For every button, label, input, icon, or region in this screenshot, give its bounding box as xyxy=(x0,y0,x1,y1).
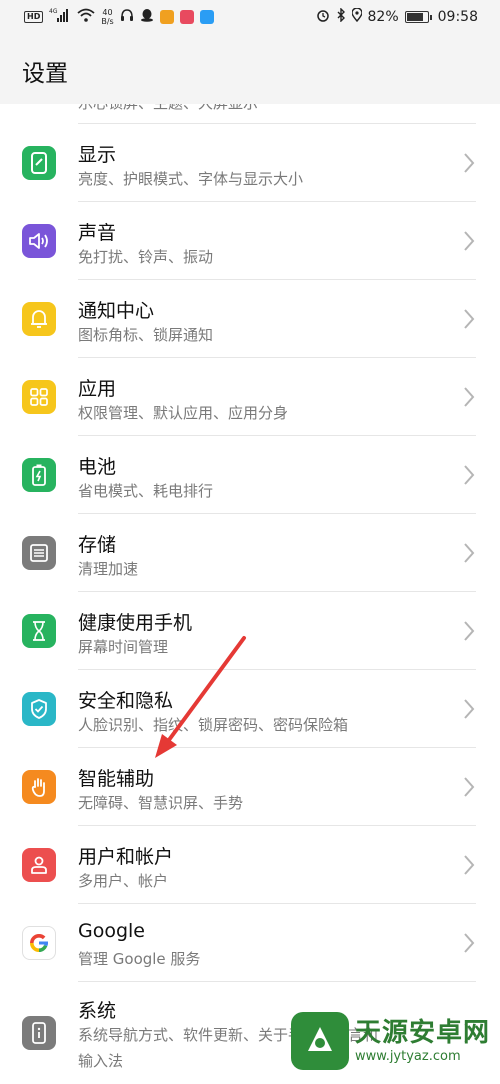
display-icon xyxy=(22,146,56,180)
page-title: 设置 xyxy=(22,61,68,87)
hourglass-icon xyxy=(22,614,56,648)
settings-item-title: 用户和帐户 xyxy=(78,846,174,868)
settings-item-title: 安全和隐私 xyxy=(78,690,174,712)
hand-icon xyxy=(22,770,56,804)
settings-item-title: 声音 xyxy=(78,222,117,244)
watermark-logo-icon xyxy=(290,1012,349,1070)
settings-item-smart-assistance[interactable]: 智能辅助 无障碍、智慧识屏、手势 xyxy=(0,748,500,826)
watermark: 天源安卓网 www.jytyaz.com xyxy=(290,1002,490,1080)
battery-icon xyxy=(22,458,56,492)
settings-item-subtitle: 人脸识别、指纹、锁屏密码、密码保险箱 xyxy=(78,716,349,734)
chevron-right-icon xyxy=(464,543,475,563)
settings-item-subtitle: 无障碍、智慧识屏、手势 xyxy=(78,794,244,812)
settings-item-sound[interactable]: 声音 免打扰、铃声、振动 xyxy=(0,202,500,280)
system-icon xyxy=(22,1016,56,1050)
bell-icon xyxy=(22,302,56,336)
settings-item-apps[interactable]: 应用 权限管理、默认应用、应用分身 xyxy=(0,358,500,436)
settings-item-title: 显示 xyxy=(78,144,117,166)
user-icon xyxy=(22,848,56,882)
chevron-right-icon xyxy=(464,309,475,329)
google-icon xyxy=(22,926,56,960)
settings-item-digital-balance[interactable]: 健康使用手机 屏幕时间管理 xyxy=(0,592,500,670)
settings-list: 乐心锁屏、主题、大屏显示 显示 亮度、护眼模式、字体与显示大小 xyxy=(0,0,500,1084)
chevron-right-icon xyxy=(464,465,475,485)
chevron-right-icon xyxy=(464,699,475,719)
chevron-right-icon xyxy=(464,777,475,797)
settings-item-subtitle: 图标角标、锁屏通知 xyxy=(78,326,214,344)
app-header: 设置 xyxy=(0,34,500,104)
watermark-name: 天源安卓网 xyxy=(354,1018,490,1048)
settings-item-security[interactable]: 安全和隐私 人脸识别、指纹、锁屏密码、密码保险箱 xyxy=(0,670,500,748)
settings-item-subtitle: 管理 Google 服务 xyxy=(78,950,201,968)
chevron-right-icon xyxy=(464,153,475,173)
settings-item-title: 通知中心 xyxy=(78,300,155,322)
settings-item-subtitle: 免打扰、铃声、振动 xyxy=(78,248,214,266)
settings-item-subtitle: 屏幕时间管理 xyxy=(78,638,169,656)
settings-item-title: 健康使用手机 xyxy=(78,612,193,634)
settings-item-title: 智能辅助 xyxy=(78,768,155,790)
settings-item-subtitle: 多用户、帐户 xyxy=(78,872,169,890)
settings-item-subtitle-line2: 输入法 xyxy=(78,1052,124,1070)
settings-item-title: 系统 xyxy=(78,1000,117,1022)
settings-item-notifications[interactable]: 通知中心 图标角标、锁屏通知 xyxy=(0,280,500,358)
chevron-right-icon xyxy=(464,933,475,953)
chevron-right-icon xyxy=(464,387,475,407)
settings-screen: HD 4G 40 B/s 82% 09:58 设置 显示 亮度、护眼模式、字体与… xyxy=(0,0,500,1084)
chevron-right-icon xyxy=(464,855,475,875)
chevron-right-icon xyxy=(464,621,475,641)
settings-item-battery[interactable]: 电池 省电模式、耗电排行 xyxy=(0,436,500,514)
watermark-url: www.jytyaz.com xyxy=(354,1049,461,1064)
apps-icon xyxy=(22,380,56,414)
settings-item-subtitle: 亮度、护眼模式、字体与显示大小 xyxy=(78,170,304,188)
chevron-right-icon xyxy=(464,231,475,251)
settings-item-display[interactable]: 显示 亮度、护眼模式、字体与显示大小 xyxy=(0,124,500,202)
shield-icon xyxy=(22,692,56,726)
settings-item-subtitle: 权限管理、默认应用、应用分身 xyxy=(78,404,289,422)
settings-item-title: 存储 xyxy=(78,534,117,556)
settings-item-storage[interactable]: 存储 清理加速 xyxy=(0,514,500,592)
settings-item-google[interactable]: Google 管理 Google 服务 xyxy=(0,904,500,982)
settings-item-title: 应用 xyxy=(78,378,117,400)
settings-item-subtitle: 清理加速 xyxy=(78,560,139,578)
settings-item-title: 电池 xyxy=(78,456,117,478)
storage-icon xyxy=(22,536,56,570)
settings-item-subtitle: 省电模式、耗电排行 xyxy=(78,482,214,500)
settings-item-title: Google xyxy=(78,920,146,942)
settings-item-users-accounts[interactable]: 用户和帐户 多用户、帐户 xyxy=(0,826,500,904)
sound-icon xyxy=(22,224,56,258)
